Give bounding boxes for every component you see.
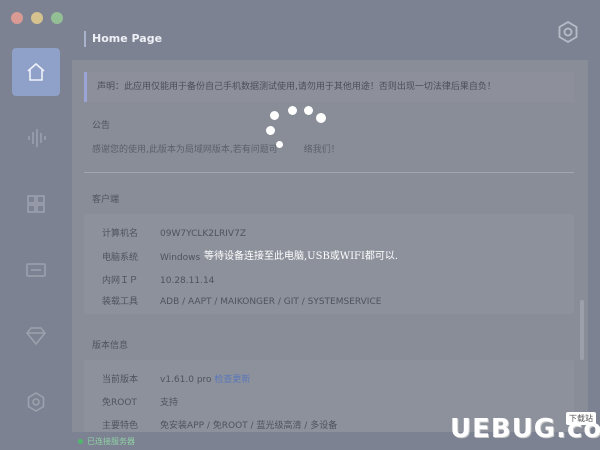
sidebar-item-sound[interactable] [12,114,60,162]
client-panel: 计算机名 09W7YCLK2LRIV7Z 电脑系统 Windows 内网ＩＰ 10.2… [84,214,574,314]
announcement-text: 感谢您的使用,此版本为局域网版本,若有问题可 络我们！ [92,142,340,155]
status-dot-icon [78,439,83,444]
row-key: 免ROOT [102,398,137,408]
check-update-link[interactable]: 检查更新 [214,375,250,385]
settings-icon [27,392,45,412]
app-window: Home Page 声明：此应用仅能用于备份自己手机数据测试使用,请勿用于其他用… [0,0,600,450]
row-key: 内网ＩＰ [102,276,139,286]
client-row: 装载工具 ADB / AAPT / MAIKONGER / GIT / SYSTE… [102,294,381,307]
screen-icon [26,263,46,277]
announcement-title: 公告 [92,121,111,131]
row-key: 电脑系统 [102,253,139,263]
waiting-device-message: 等待设备连接至此电脑,USB或WIFI都可以. [204,251,399,262]
sidebar-item-screen[interactable] [12,246,60,294]
row-key: 当前版本 [102,375,139,385]
spinner-dot [316,113,326,123]
connection-status: 已连接服务器 [78,436,135,447]
sidebar [0,30,72,450]
row-key: 装载工具 [102,297,139,307]
row-value: v1.61.0 pro [160,375,212,385]
page-title: Home Page [84,31,162,47]
row-value: ADB / AAPT / MAIKONGER / GIT / SYSTEMSER… [160,297,382,307]
row-value: 支持 [160,398,179,408]
home-icon [27,62,45,81]
status-text: 已连接服务器 [87,437,135,446]
client-row: 电脑系统 Windows [102,250,200,263]
row-value: 免安装APP / 免ROOT / 蓝光级高清 / 多设备 [160,421,338,431]
spinner-dot [270,111,279,120]
section-divider [84,172,574,173]
spinner-dot [266,126,275,135]
version-row: 免ROOT 支持 [102,395,178,408]
spinner-dot [304,106,313,115]
version-row: 主要特色 免安装APP / 免ROOT / 蓝光级高清 / 多设备 [102,418,337,431]
row-key: 主要特色 [102,421,139,431]
watermark-logo: UEBUG.com 下载站 [450,410,600,450]
announcement-text-start: 感谢您的使用,此版本为局域网版本,若有问题可 [92,145,278,155]
client-row: 内网ＩＰ 10.28.11.14 [102,273,214,286]
settings-gear-icon[interactable] [556,20,580,44]
row-key: 计算机名 [102,229,139,239]
sidebar-item-diamond[interactable] [12,312,60,360]
sidebar-item-apps[interactable] [12,180,60,228]
scrollbar[interactable] [580,300,584,360]
sidebar-item-home[interactable] [12,48,60,96]
sidebar-item-settings[interactable] [12,378,60,426]
client-title: 客户端 [92,195,120,205]
spinner-dot [288,106,297,115]
row-value: 09W7YCLK2LRIV7Z [160,229,246,239]
watermark-sub: 下载站 [566,412,596,425]
sound-wave-icon [28,129,46,147]
spinner-dot [276,141,283,148]
minimize-window-button[interactable] [31,12,43,24]
diamond-icon [25,327,47,346]
close-window-button[interactable] [11,12,23,24]
maximize-window-button[interactable] [51,12,63,24]
disclaimer-notice: 声明：此应用仅能用于备份自己手机数据测试使用,请勿用于其他用途！否则出现一切法律… [84,72,574,102]
grid-icon [27,195,45,213]
row-value: Windows [160,253,201,263]
main-content: 声明：此应用仅能用于备份自己手机数据测试使用,请勿用于其他用途！否则出现一切法律… [72,60,588,432]
row-value: 10.28.11.14 [160,276,215,286]
client-row: 计算机名 09W7YCLK2LRIV7Z [102,226,246,239]
version-row: 当前版本 v1.61.0 pro 检查更新 [102,372,250,385]
announcement-text-end: 络我们！ [303,145,340,155]
version-title: 版本信息 [92,341,129,351]
